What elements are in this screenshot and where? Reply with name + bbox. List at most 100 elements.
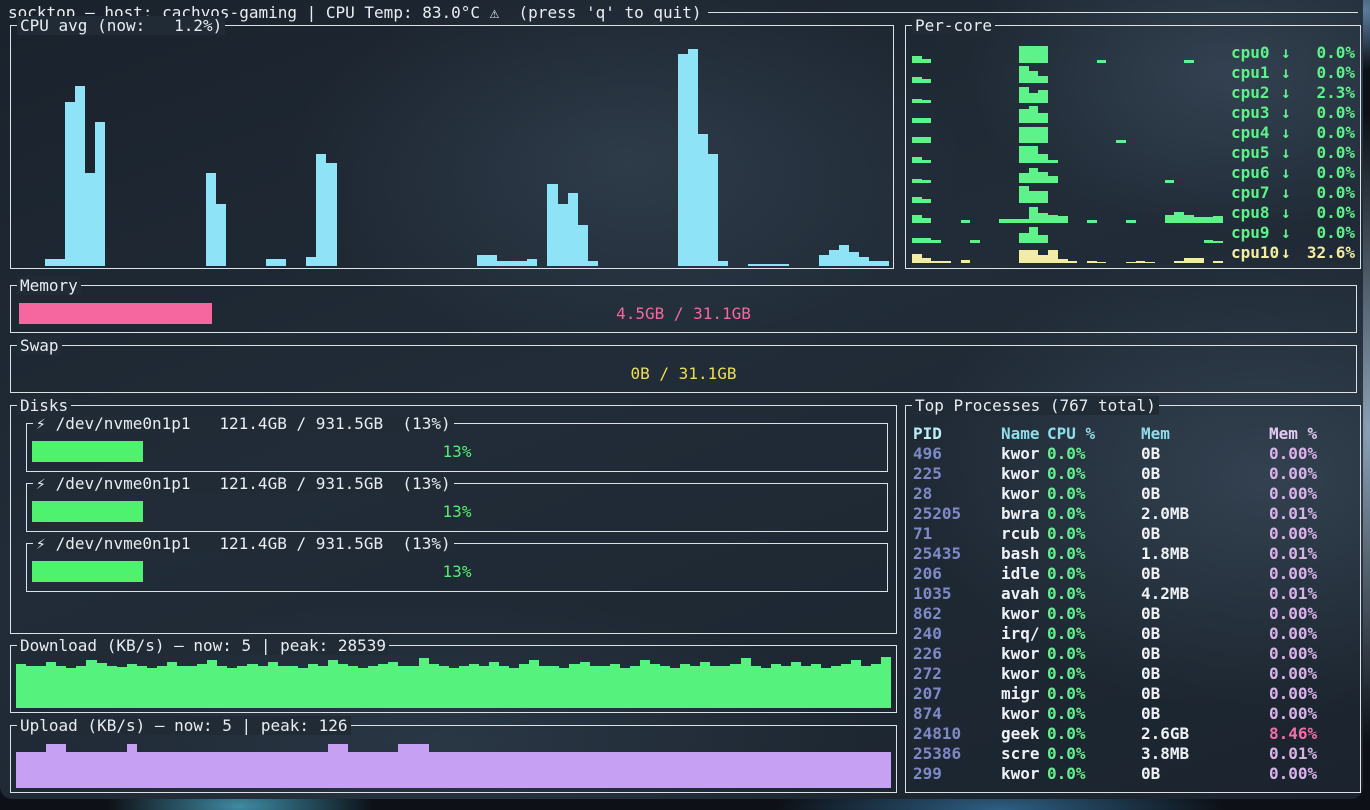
mem-percent-cell: 0.00%	[1269, 624, 1358, 644]
spark-bar	[278, 666, 288, 708]
core-percent: 0.0%	[1316, 143, 1355, 163]
spark-bar	[258, 666, 268, 708]
spark-bar	[328, 660, 338, 708]
spark-bar	[1019, 127, 1029, 143]
spark-bar	[769, 264, 779, 266]
spark-bar	[378, 752, 388, 788]
spark-bar	[16, 664, 26, 708]
spark-bar	[328, 744, 338, 788]
spark-bar	[922, 218, 932, 223]
process-name-cell: kwor	[1001, 444, 1047, 464]
spark-bar	[1116, 140, 1126, 143]
spark-bar	[216, 204, 226, 266]
spark-bar	[640, 660, 650, 708]
process-name-cell: idle	[1001, 564, 1047, 584]
disk-gauge-label: 13%	[32, 441, 882, 462]
spark-bar	[1038, 172, 1048, 183]
spark-bar	[922, 79, 932, 83]
spark-bar	[569, 752, 579, 788]
spark-bar	[519, 664, 529, 708]
cpu-percent-cell: 0.0%	[1047, 484, 1141, 504]
spark-bar	[439, 752, 449, 788]
spark-bar	[1213, 216, 1223, 223]
spark-bar	[1048, 250, 1058, 263]
spark-bar	[831, 752, 841, 788]
spark-bar	[318, 666, 328, 708]
spark-bar	[1087, 261, 1097, 263]
spark-bar	[912, 215, 922, 223]
spark-bar	[922, 100, 932, 103]
spark-bar	[861, 666, 871, 708]
spark-bar	[348, 752, 358, 788]
spark-bar	[650, 752, 660, 788]
terminal-window[interactable]: socktop — host: cachyos-gaming | CPU Tem…	[0, 0, 1363, 799]
core-name: cpu8	[1231, 203, 1281, 223]
core-label: cpu8↓0.0%	[1231, 203, 1355, 223]
spark-bar	[590, 666, 600, 708]
lightning-icon: ⚡	[36, 534, 46, 553]
spark-bar	[660, 666, 670, 708]
spark-bar	[922, 199, 932, 203]
spark-bar	[1174, 261, 1184, 263]
spark-bar	[56, 666, 66, 708]
spark-bar	[137, 666, 147, 708]
cpu-percent-cell: 0.0%	[1047, 764, 1141, 784]
spark-bar	[527, 259, 537, 266]
spark-bar	[547, 184, 557, 266]
cpu-percent-cell: 0.0%	[1047, 544, 1141, 564]
mem-percent-cell: 0.00%	[1269, 464, 1358, 484]
spark-bar	[187, 752, 197, 788]
spark-bar	[1029, 93, 1039, 103]
mem-cell: 0B	[1141, 464, 1269, 484]
spark-bar	[1019, 66, 1029, 83]
download-title: Download (KB/s) — now: 5 | peak: 28539	[17, 636, 389, 655]
spark-bar	[237, 666, 247, 708]
pid-cell: 206	[913, 564, 1001, 584]
spark-bar	[559, 668, 569, 708]
spark-bar	[318, 752, 328, 788]
spark-bar	[748, 264, 758, 266]
header-name: Name	[1001, 424, 1047, 444]
spark-bar	[922, 118, 932, 123]
percore-rows: cpu0↓0.0%cpu1↓0.0%cpu2↓2.3%cpu3↓0.0%cpu4…	[912, 43, 1355, 263]
spark-bar	[680, 664, 690, 708]
spark-bar	[338, 664, 348, 708]
spark-bar	[75, 86, 85, 266]
spark-bar	[95, 122, 105, 266]
down-arrow-icon: ↓	[1281, 183, 1291, 203]
spark-bar	[499, 752, 509, 788]
percore-row: cpu4↓0.0%	[912, 123, 1355, 143]
core-label: cpu0↓0.0%	[1231, 43, 1355, 63]
spark-bar	[912, 238, 922, 243]
spark-bar	[97, 663, 107, 708]
mem-cell: 0B	[1141, 444, 1269, 464]
spark-bar	[600, 666, 610, 708]
spark-bar	[922, 160, 932, 163]
spark-bar	[489, 662, 499, 708]
download-sparkline	[16, 656, 891, 708]
spark-bar	[912, 179, 922, 183]
spark-bar	[85, 173, 95, 266]
spark-bar	[841, 752, 851, 788]
core-label: cpu6↓0.0%	[1231, 163, 1355, 183]
spark-bar	[26, 666, 36, 708]
spark-bar	[298, 668, 308, 708]
spark-bar	[670, 752, 680, 788]
core-label: cpu1↓0.0%	[1231, 63, 1355, 83]
swap-panel: Swap 0B / 31.1GB	[10, 345, 1357, 393]
disk-panel-1: ⚡/dev/nvme0n1p1 121.4GB / 931.5GB (13%) …	[26, 423, 888, 472]
spark-bar	[1029, 191, 1039, 203]
spark-bar	[811, 664, 821, 708]
spark-bar	[831, 666, 841, 708]
spark-bar	[348, 666, 358, 708]
core-percent: 0.0%	[1316, 223, 1355, 243]
spark-bar	[881, 657, 891, 708]
spark-bar	[1029, 227, 1039, 243]
spark-bar	[258, 752, 268, 788]
core-name: cpu10	[1231, 243, 1281, 263]
percore-row: cpu6↓0.0%	[912, 163, 1355, 183]
spark-bar	[1165, 180, 1175, 183]
spark-bar	[710, 752, 720, 788]
spark-bar	[127, 744, 137, 788]
down-arrow-icon: ↓	[1281, 223, 1291, 243]
